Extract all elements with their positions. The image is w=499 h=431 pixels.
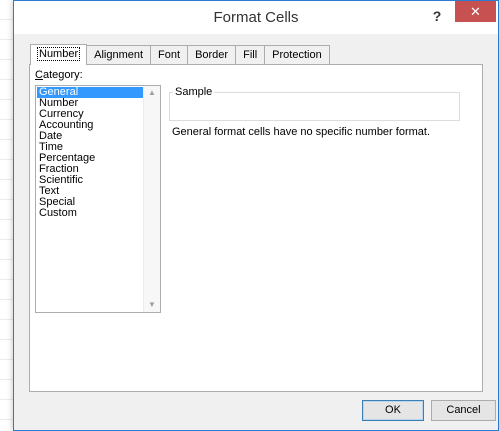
- category-item-custom[interactable]: Custom: [37, 208, 144, 219]
- ok-button[interactable]: OK: [362, 400, 424, 421]
- sample-label: Sample: [173, 86, 215, 98]
- format-cells-dialog: Format Cells ? ✕ Number Alignment Font B…: [13, 0, 499, 431]
- tab-fill[interactable]: Fill: [235, 45, 266, 64]
- dialog-title: Format Cells: [213, 9, 299, 26]
- tab-alignment[interactable]: Alignment: [86, 45, 152, 64]
- scroll-down-arrow-icon[interactable]: ▼: [144, 298, 160, 312]
- title-bar[interactable]: Format Cells ? ✕: [14, 1, 498, 34]
- tab-number[interactable]: Number: [30, 44, 88, 65]
- sample-box: Sample: [169, 86, 460, 121]
- category-list: General Number Currency Accounting Date …: [37, 87, 144, 219]
- category-label: Category:: [35, 69, 83, 81]
- tab-protection[interactable]: Protection: [264, 45, 330, 64]
- help-button[interactable]: ?: [428, 7, 446, 25]
- tab-border[interactable]: Border: [187, 45, 237, 64]
- close-button[interactable]: ✕: [455, 1, 496, 22]
- tab-strip: Number Alignment Font Border Fill Protec…: [30, 44, 330, 65]
- format-description: General format cells have no specific nu…: [172, 126, 431, 138]
- close-icon: ✕: [470, 4, 481, 19]
- scroll-up-arrow-icon[interactable]: ▲: [144, 86, 160, 100]
- cancel-button[interactable]: Cancel: [431, 400, 496, 421]
- category-scrollbar[interactable]: ▲ ▼: [143, 86, 160, 312]
- tab-font[interactable]: Font: [150, 45, 189, 64]
- category-listbox[interactable]: General Number Currency Accounting Date …: [35, 85, 161, 313]
